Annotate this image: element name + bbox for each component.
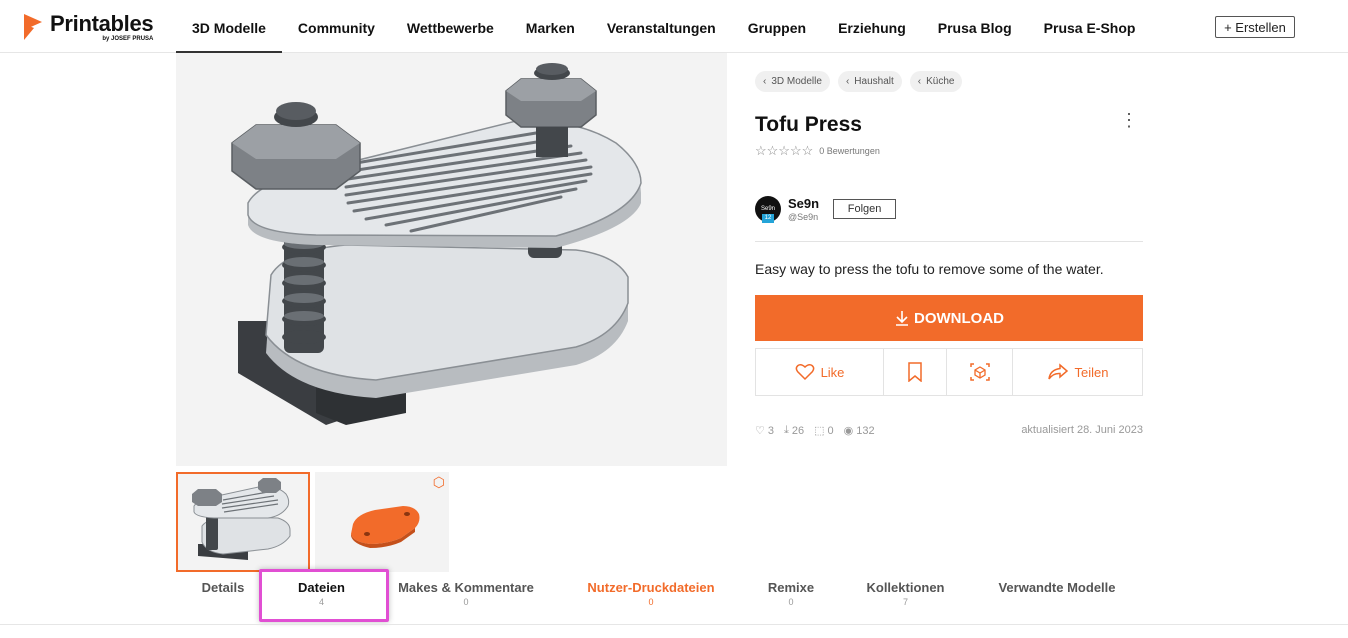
tab-label: Details bbox=[201, 580, 245, 595]
share-label: Teilen bbox=[1074, 364, 1109, 380]
views-stat: ◉ 132 bbox=[843, 424, 875, 438]
rating-count: 0 Bewertungen bbox=[819, 146, 880, 156]
likes-count: 3 bbox=[767, 424, 774, 437]
nav-marken[interactable]: Marken bbox=[510, 0, 591, 53]
tab-label: Kollektionen bbox=[866, 580, 945, 595]
nav-wettbewerbe[interactable]: Wettbewerbe bbox=[391, 0, 510, 53]
tab-count: 0 bbox=[648, 597, 654, 607]
printables-logo-icon bbox=[24, 14, 42, 40]
bookmark-button[interactable] bbox=[884, 349, 947, 395]
updated-date: aktualisiert 28. Juni 2023 bbox=[1021, 424, 1143, 436]
follow-button[interactable]: Folgen bbox=[833, 199, 897, 219]
nav-prusa-blog[interactable]: Prusa Blog bbox=[922, 0, 1028, 53]
makes-count: 0 bbox=[827, 424, 834, 437]
tab-count: 0 bbox=[463, 597, 469, 607]
tab-details[interactable]: Details bbox=[176, 580, 270, 624]
views-count: 132 bbox=[856, 424, 875, 437]
share-button[interactable]: Teilen bbox=[1013, 349, 1142, 395]
breadcrumb-kueche[interactable]: ‹ Küche bbox=[909, 71, 963, 92]
download-icon: ⤓ bbox=[784, 424, 789, 436]
breadcrumb-label: Küche bbox=[926, 76, 955, 87]
makes-stat: ⬚ 0 bbox=[814, 424, 834, 438]
downloads-stat: ⤓ 26 bbox=[784, 424, 804, 437]
star-rating-icon: ☆☆☆☆☆ bbox=[755, 143, 814, 158]
tab-count: 0 bbox=[788, 597, 794, 607]
breadcrumb-label: 3D Modelle bbox=[771, 76, 822, 87]
download-label: DOWNLOAD bbox=[914, 309, 1004, 327]
tab-kollektionen[interactable]: Kollektionen 7 bbox=[839, 580, 972, 624]
action-bar: Like Teilen bbox=[755, 348, 1143, 396]
tab-nutzer-druckdateien[interactable]: Nutzer-Druckdateien 0 bbox=[559, 580, 743, 624]
download-icon bbox=[896, 311, 908, 326]
create-button[interactable]: + Erstellen bbox=[1215, 16, 1295, 38]
author-handle: @Se9n bbox=[788, 212, 819, 222]
tab-label: Nutzer-Druckdateien bbox=[587, 580, 715, 595]
nav-prusa-eshop[interactable]: Prusa E-Shop bbox=[1028, 0, 1152, 53]
page-title: Tofu Press bbox=[755, 113, 862, 136]
download-button[interactable]: DOWNLOAD bbox=[755, 295, 1143, 341]
avatar[interactable]: Se9n 12 bbox=[755, 196, 781, 223]
heart-icon bbox=[795, 364, 814, 381]
printables-logo[interactable]: Printables by JOSEF PRUSA bbox=[22, 10, 154, 42]
breadcrumb-label: Haushalt bbox=[854, 76, 894, 87]
nav-3d-modelle[interactable]: 3D Modelle bbox=[176, 0, 282, 53]
breadcrumb: ‹ 3D Modelle ‹ Haushalt ‹ Küche bbox=[755, 71, 963, 92]
like-label: Like bbox=[820, 364, 845, 380]
thumbnail-image-1[interactable] bbox=[176, 472, 310, 572]
tofu-press-thumbnail bbox=[192, 478, 291, 560]
ar-cube-icon bbox=[969, 363, 990, 381]
downloads-count: 26 bbox=[791, 424, 805, 437]
tab-label: Makes & Kommentare bbox=[398, 580, 534, 595]
likes-stat: ♡ 3 bbox=[755, 424, 774, 438]
nav-gruppen[interactable]: Gruppen bbox=[732, 0, 822, 53]
like-button[interactable]: Like bbox=[756, 349, 884, 395]
tabs-bottom-border bbox=[0, 624, 1348, 625]
nav-veranstaltungen[interactable]: Veranstaltungen bbox=[591, 0, 732, 53]
eye-icon: ◉ bbox=[843, 425, 854, 437]
brand-tagline: by JOSEF PRUSA bbox=[102, 35, 154, 42]
bookmark-icon bbox=[908, 362, 922, 382]
divider bbox=[755, 241, 1143, 242]
top-navigation-bar: Printables by JOSEF PRUSA 3D Modelle Com… bbox=[0, 0, 1348, 53]
tab-makes-kommentare[interactable]: Makes & Kommentare 0 bbox=[373, 580, 559, 624]
nav-erziehung[interactable]: Erziehung bbox=[822, 0, 922, 53]
nav-community[interactable]: Community bbox=[282, 0, 391, 53]
heart-icon: ♡ bbox=[755, 425, 765, 437]
author-name[interactable]: Se9n bbox=[788, 196, 819, 211]
thumbnail-3d-model[interactable]: ⬡ bbox=[315, 472, 449, 572]
tofu-press-render bbox=[231, 63, 642, 425]
3d-cube-icon: ⬡ bbox=[432, 474, 445, 490]
ar-view-button[interactable] bbox=[947, 349, 1013, 395]
breadcrumb-3d-modelle[interactable]: ‹ 3D Modelle bbox=[755, 71, 830, 92]
tab-verwandte-modelle[interactable]: Verwandte Modelle bbox=[972, 580, 1142, 624]
brand-name: Printables bbox=[50, 10, 154, 36]
breadcrumb-haushalt[interactable]: ‹ Haushalt bbox=[837, 71, 902, 92]
ar-cube-icon: ⬚ bbox=[814, 425, 825, 437]
tab-count: 7 bbox=[902, 597, 908, 607]
share-icon bbox=[1047, 363, 1068, 380]
tab-remixe[interactable]: Remixe 0 bbox=[743, 580, 839, 624]
main-nav: 3D Modelle Community Wettbewerbe Marken … bbox=[176, 0, 1151, 53]
model-summary: Easy way to press the tofu to remove som… bbox=[755, 261, 1104, 277]
orange-plate-preview bbox=[351, 506, 420, 548]
tab-label: Remixe bbox=[767, 580, 815, 595]
more-options-icon[interactable]: ⋮ bbox=[1120, 110, 1138, 131]
chevron-left-icon: ‹ bbox=[917, 76, 922, 87]
model-stats: ♡ 3 ⤓ 26 ⬚ 0 ◉ 132 bbox=[755, 424, 875, 437]
author-block: Se9n 12 Se9n @Se9n Folgen bbox=[755, 196, 897, 223]
level-badge: 12 bbox=[762, 214, 774, 223]
tab-label: Verwandte Modelle bbox=[998, 580, 1116, 595]
avatar-text: Se9n bbox=[760, 206, 775, 212]
chevron-left-icon: ‹ bbox=[763, 76, 767, 87]
rating[interactable]: ☆☆☆☆☆ 0 Bewertungen bbox=[755, 143, 880, 159]
tab-highlight-box bbox=[259, 569, 389, 622]
chevron-left-icon: ‹ bbox=[845, 76, 850, 87]
model-main-image[interactable] bbox=[176, 53, 727, 466]
